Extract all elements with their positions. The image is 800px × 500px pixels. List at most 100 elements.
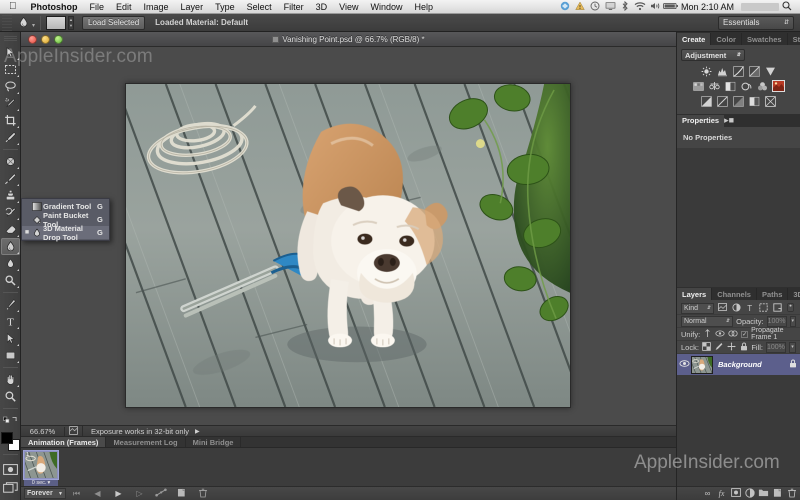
color-swatches[interactable] bbox=[1, 432, 20, 451]
menu-item-filter[interactable]: Filter bbox=[278, 2, 310, 12]
filter-pixel-icon[interactable] bbox=[717, 303, 728, 313]
type-tool[interactable]: T bbox=[1, 313, 20, 330]
properties-panel-menu-icon[interactable]: ▸■ bbox=[724, 115, 734, 126]
marquee-tool[interactable] bbox=[1, 61, 20, 78]
tab-color[interactable]: Color bbox=[711, 33, 742, 45]
volume-icon[interactable] bbox=[648, 1, 663, 13]
layer-thumbnail[interactable] bbox=[691, 356, 713, 374]
3d-material-drop-tool-icon[interactable] bbox=[12, 15, 34, 31]
warning-icon[interactable] bbox=[573, 1, 588, 13]
new-layer-icon[interactable] bbox=[771, 488, 784, 500]
tab-channels[interactable]: Channels bbox=[712, 288, 757, 300]
battery-icon[interactable] bbox=[663, 1, 678, 13]
rectangle-shape-tool[interactable] bbox=[1, 347, 20, 364]
psd-image-canvas[interactable] bbox=[125, 83, 571, 408]
path-selection-tool[interactable] bbox=[1, 330, 20, 347]
selective-color-icon[interactable] bbox=[764, 95, 777, 107]
filter-shape-icon[interactable] bbox=[758, 303, 769, 314]
vibrance-icon[interactable] bbox=[764, 65, 777, 77]
frame-thumbnail[interactable]: 1 bbox=[24, 451, 58, 479]
foreground-color-swatch[interactable] bbox=[1, 432, 13, 444]
delete-layer-icon[interactable] bbox=[785, 488, 798, 500]
options-bar-grip[interactable] bbox=[2, 15, 12, 31]
duplicate-frame-icon[interactable] bbox=[171, 488, 192, 500]
tools-panel-grip[interactable] bbox=[4, 36, 17, 41]
gradient-map-icon[interactable] bbox=[748, 95, 761, 107]
layer-name[interactable]: Background bbox=[713, 360, 786, 369]
pen-tool[interactable] bbox=[1, 296, 20, 313]
exposure-icon[interactable] bbox=[748, 65, 761, 77]
layer-mask-icon[interactable] bbox=[729, 488, 742, 499]
link-layers-icon[interactable]: ∞ bbox=[701, 489, 714, 498]
play-animation-icon[interactable]: ▶ bbox=[108, 489, 129, 498]
black-white-icon[interactable] bbox=[724, 80, 737, 92]
menu-item-window[interactable]: Window bbox=[364, 2, 408, 12]
lasso-tool[interactable] bbox=[1, 78, 20, 95]
menu-item-file[interactable]: File bbox=[84, 2, 111, 12]
history-brush-tool[interactable] bbox=[1, 204, 20, 221]
tab-3d[interactable]: 3D bbox=[788, 288, 800, 300]
photo-filter-icon[interactable] bbox=[740, 80, 753, 92]
menu-item-image[interactable]: Image bbox=[138, 2, 175, 12]
tab-paths[interactable]: Paths bbox=[757, 288, 788, 300]
status-chevron-right-icon[interactable]: ▶ bbox=[195, 428, 200, 435]
invert-icon[interactable] bbox=[700, 95, 713, 107]
unify-style-icon[interactable] bbox=[728, 329, 738, 340]
channel-mixer-icon[interactable] bbox=[756, 80, 769, 92]
tab-create[interactable]: Create bbox=[677, 33, 711, 45]
tab-measurement-log[interactable]: Measurement Log bbox=[106, 437, 185, 447]
gradient-tool-flyout-menu[interactable]: Gradient Tool G Paint Bucket Tool G ■ 3D… bbox=[21, 198, 110, 241]
apple-menu-icon[interactable]:  bbox=[0, 2, 25, 12]
adjustment-type-selector[interactable]: Adjustment ⇵ bbox=[681, 49, 745, 61]
opacity-stepper-icon[interactable]: ▾ bbox=[790, 316, 796, 327]
crop-tool[interactable] bbox=[1, 112, 20, 129]
filter-toggle-icon[interactable] bbox=[785, 303, 796, 314]
fill-value[interactable]: 100% bbox=[766, 342, 786, 353]
screen-mode-icon[interactable] bbox=[2, 480, 19, 494]
zoom-tool[interactable] bbox=[1, 388, 20, 405]
menu-item-help[interactable]: Help bbox=[408, 2, 439, 12]
workspace-selector[interactable]: Essentials ⇵ bbox=[718, 16, 794, 30]
spotlight-search-icon[interactable] bbox=[779, 1, 795, 13]
opacity-value[interactable]: 100% bbox=[767, 316, 787, 327]
zoom-window-button[interactable] bbox=[54, 35, 63, 44]
select-next-frame-icon[interactable]: ▷ bbox=[129, 489, 150, 498]
dropbox-icon[interactable] bbox=[558, 1, 573, 13]
loop-option-selector[interactable]: Forever ▼ bbox=[24, 488, 66, 499]
document-title-bar[interactable]: Vanishing Point.psd @ 66.7% (RGB/8) * bbox=[21, 32, 676, 47]
new-group-icon[interactable] bbox=[757, 488, 770, 499]
menu-item-3d[interactable]: 3D bbox=[310, 2, 334, 12]
threshold-icon[interactable] bbox=[732, 95, 745, 107]
blend-mode-select[interactable]: Normal ⇵ bbox=[681, 316, 733, 327]
brush-tool[interactable] bbox=[1, 170, 20, 187]
curves-icon[interactable] bbox=[732, 65, 745, 77]
spot-healing-brush-tool[interactable] bbox=[1, 153, 20, 170]
tab-animation-frames[interactable]: Animation (Frames) bbox=[21, 437, 106, 447]
layer-style-icon[interactable]: fx bbox=[715, 489, 728, 498]
hue-saturation-icon[interactable] bbox=[692, 80, 705, 92]
select-first-frame-icon[interactable]: ⏮ bbox=[66, 489, 87, 499]
select-previous-frame-icon[interactable]: ◀ bbox=[87, 489, 108, 498]
menu-item-type[interactable]: Type bbox=[209, 2, 241, 12]
unify-visibility-icon[interactable] bbox=[715, 329, 725, 340]
menu-item-layer[interactable]: Layer bbox=[175, 2, 210, 12]
tween-icon[interactable] bbox=[150, 488, 171, 499]
filter-type-icon[interactable]: T bbox=[744, 304, 755, 313]
quick-mask-icon[interactable] bbox=[2, 462, 19, 476]
menu-item-select[interactable]: Select bbox=[241, 2, 278, 12]
dodge-tool[interactable] bbox=[1, 272, 20, 289]
new-fill-adjustment-icon[interactable] bbox=[743, 488, 756, 500]
material-swatch[interactable] bbox=[46, 16, 66, 30]
layer-visibility-eye-icon[interactable] bbox=[677, 359, 691, 370]
display-icon[interactable] bbox=[603, 1, 618, 13]
filter-smart-object-icon[interactable] bbox=[772, 303, 783, 314]
posterize-icon[interactable] bbox=[716, 95, 729, 107]
menu-item-photoshop[interactable]: Photoshop bbox=[25, 2, 84, 12]
layer-row-background[interactable]: Background bbox=[677, 354, 800, 375]
eyedropper-tool[interactable] bbox=[1, 129, 20, 146]
clone-stamp-tool[interactable] bbox=[1, 187, 20, 204]
menu-item-edit[interactable]: Edit bbox=[110, 2, 138, 12]
hand-tool[interactable] bbox=[1, 371, 20, 388]
layer-filter-kind-select[interactable]: Kind ⇵ bbox=[681, 303, 714, 314]
menu-item-view[interactable]: View bbox=[333, 2, 364, 12]
